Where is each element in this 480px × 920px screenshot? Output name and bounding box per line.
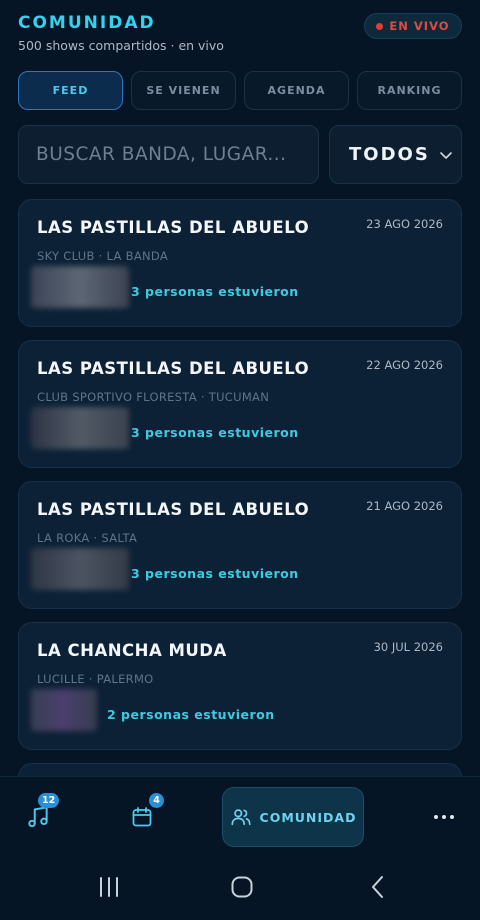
venue-location: LA ROKA · SALTA xyxy=(37,531,138,545)
filter-selected-value: TODOS xyxy=(349,144,430,165)
nav-comunidad[interactable]: COMUNIDAD xyxy=(222,787,364,847)
attendance-count[interactable]: 3 personas estuvieron xyxy=(131,425,299,440)
music-badge: 12 xyxy=(38,793,60,808)
venue-location: CLUB SPORTIVO FLORESTA · TUCUMAN xyxy=(37,390,270,404)
nav-music[interactable]: 12 xyxy=(18,793,60,837)
nav-more[interactable] xyxy=(424,797,464,837)
show-date: 21 AGO 2026 xyxy=(366,499,443,513)
show-date: 23 AGO 2026 xyxy=(366,217,443,231)
system-nav-bar xyxy=(0,856,480,920)
feed-card[interactable]: LAS PASTILLAS DEL ABUELO 21 AGO 2026 LA … xyxy=(18,481,462,609)
feed-card[interactable]: LAS PASTILLAS DEL ABUELO 23 AGO 2026 SKY… xyxy=(18,199,462,327)
search-input[interactable]: BUSCAR BANDA, LUGAR... xyxy=(18,125,319,184)
more-icon xyxy=(434,815,454,819)
live-dot-icon xyxy=(376,22,384,30)
tab-bar: FEED SE VIENEN AGENDA RANKING xyxy=(18,71,462,110)
venue-location: SKY CLUB · LA BANDA xyxy=(37,249,169,263)
band-name: LAS PASTILLAS DEL ABUELO xyxy=(37,359,310,378)
tab-feed[interactable]: FEED xyxy=(18,71,123,110)
feed-list: LAS PASTILLAS DEL ABUELO 23 AGO 2026 SKY… xyxy=(0,199,480,776)
attendance-count[interactable]: 3 personas estuvieron xyxy=(131,566,299,581)
show-date: 22 AGO 2026 xyxy=(366,358,443,372)
recents-icon[interactable] xyxy=(98,876,120,898)
attendee-avatars xyxy=(31,548,129,590)
band-name: LAS PASTILLAS DEL ABUELO xyxy=(37,500,310,519)
bottom-nav: 12 4 COMUNIDAD xyxy=(0,776,480,856)
filter-select[interactable]: TODOS xyxy=(329,125,462,184)
search-placeholder: BUSCAR BANDA, LUGAR... xyxy=(36,144,287,165)
feed-card[interactable]: LAS PASTILLAS DEL ABUELO 22 AGO 2026 CLU… xyxy=(18,340,462,468)
attendance-count[interactable]: 2 personas estuvieron xyxy=(107,707,275,722)
feed-card[interactable]: LA CHANCHA MUDA 30 JUL 2026 LUCILLE · PA… xyxy=(18,622,462,750)
chevron-down-icon xyxy=(440,152,452,159)
tab-agenda[interactable]: AGENDA xyxy=(244,71,349,110)
show-date: 30 JUL 2026 xyxy=(373,640,443,654)
band-name: LAS PASTILLAS DEL ABUELO xyxy=(37,218,310,237)
tab-se-vienen[interactable]: SE VIENEN xyxy=(131,71,236,110)
header: COMUNIDAD 500 shows compartidos · en viv… xyxy=(18,12,462,60)
calendar-icon xyxy=(132,807,152,827)
nav-comunidad-label: COMUNIDAD xyxy=(259,809,357,825)
live-badge: EN VIVO xyxy=(364,13,462,39)
attendance-count[interactable]: 3 personas estuvieron xyxy=(131,284,299,299)
calendar-badge: 4 xyxy=(149,793,164,808)
attendee-avatars xyxy=(31,689,97,731)
users-icon xyxy=(230,809,251,826)
live-label: EN VIVO xyxy=(389,19,450,33)
attendee-avatars xyxy=(31,266,129,308)
attendee-avatars xyxy=(31,407,129,449)
feed-card-partial[interactable] xyxy=(18,763,462,776)
back-icon[interactable] xyxy=(368,875,388,899)
tab-ranking[interactable]: RANKING xyxy=(357,71,462,110)
page-subtitle: 500 shows compartidos · en vivo xyxy=(18,38,224,53)
nav-calendar[interactable]: 4 xyxy=(122,793,164,837)
band-name: LA CHANCHA MUDA xyxy=(37,641,227,660)
venue-location: LUCILLE · PALERMO xyxy=(37,672,154,686)
home-icon[interactable] xyxy=(230,875,254,899)
